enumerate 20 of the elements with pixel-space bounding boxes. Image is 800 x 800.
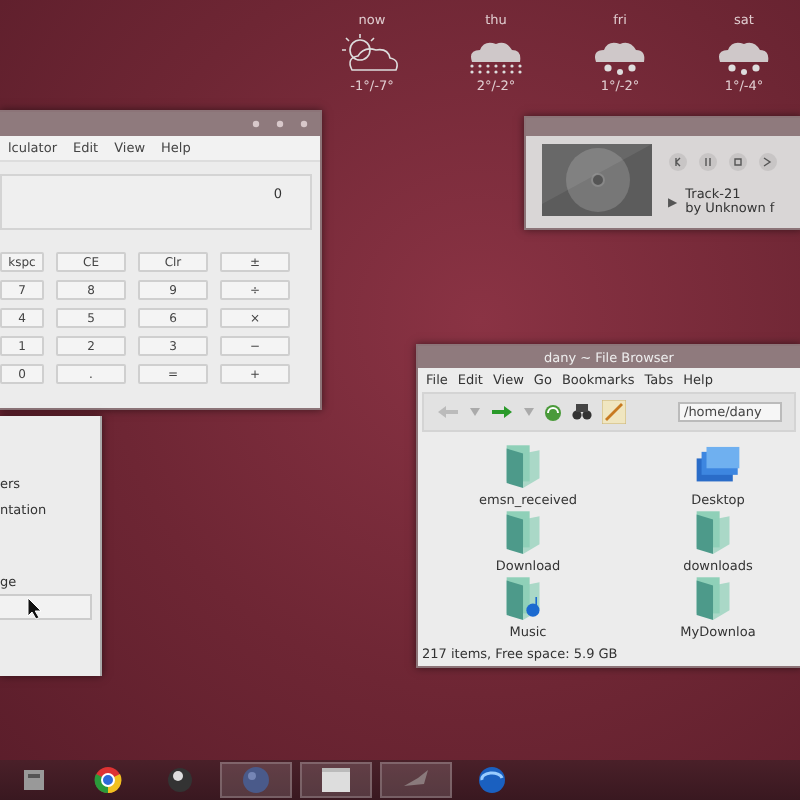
caret-icon[interactable] [470, 408, 480, 416]
color-ring-icon[interactable] [94, 766, 122, 794]
window-thumbnail-icon[interactable] [320, 766, 352, 794]
mouse-cursor-icon [26, 598, 42, 620]
cd-cover-icon [542, 144, 652, 216]
dialog-button[interactable] [0, 594, 92, 620]
globe-icon[interactable] [240, 766, 272, 794]
forward-arrow-icon[interactable] [490, 404, 514, 420]
player-control-icon[interactable] [668, 152, 688, 172]
pencil-icon[interactable] [602, 400, 626, 424]
dark-ball-icon[interactable] [166, 766, 194, 794]
swirl-icon[interactable] [478, 766, 506, 794]
refresh-icon[interactable] [544, 403, 562, 421]
player-control-icon[interactable] [758, 152, 778, 172]
player-control-icon[interactable] [728, 152, 748, 172]
caret-icon[interactable] [524, 408, 534, 416]
binoculars-icon[interactable] [572, 404, 592, 420]
apps-icon[interactable] [24, 766, 48, 794]
player-control-icon[interactable] [698, 152, 718, 172]
window-controls-icon[interactable] [248, 116, 312, 132]
